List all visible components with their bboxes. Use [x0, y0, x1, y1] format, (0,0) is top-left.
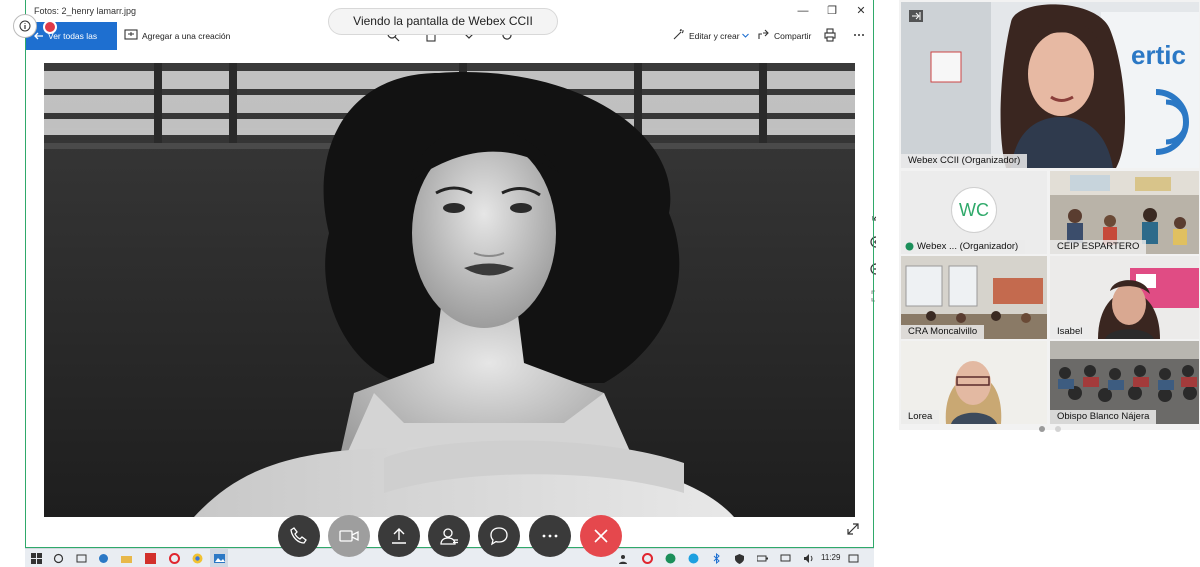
participant-tile[interactable]: Lorea: [901, 341, 1047, 424]
participant-name-label: CRA Moncalvillo: [901, 325, 985, 339]
speaker-video-frame: [901, 2, 1199, 168]
end-call-button[interactable]: [580, 515, 622, 557]
page-dot[interactable]: [1055, 426, 1061, 432]
participant-tile[interactable]: Isabel: [1050, 256, 1199, 339]
photos-app-icon: [214, 554, 225, 563]
security-icon[interactable]: [734, 553, 745, 564]
participant-name-label: Webex ... (Organizador): [901, 240, 1026, 254]
skype-tray-icon[interactable]: [688, 553, 699, 564]
edge-browser-icon[interactable]: [98, 553, 109, 564]
view-all-photos-button[interactable]: Ver todas las fotos: [26, 22, 117, 69]
video-icon: [339, 530, 359, 542]
restore-button[interactable]: ❐: [821, 3, 843, 19]
photo-viewer-image: [44, 63, 855, 517]
participant-avatar: WC: [951, 187, 997, 233]
share-icon: [758, 29, 769, 39]
zoom-in-icon[interactable]: [866, 232, 876, 254]
expand-icon[interactable]: [845, 521, 861, 537]
edit-wand-icon: [673, 29, 684, 40]
participants-button[interactable]: [428, 515, 470, 557]
participants-panel: ertic Webex CCII (Organizador) WC Webex …: [899, 0, 1200, 430]
windows-start-icon[interactable]: [31, 553, 42, 564]
window-title: Fotos: 2_henry lamarr.jpg: [34, 6, 137, 16]
bluetooth-icon[interactable]: [711, 553, 722, 564]
opera-tray-icon[interactable]: [642, 553, 653, 564]
info-icon: [19, 20, 31, 32]
participant-name-label: Lorea: [901, 410, 940, 424]
close-icon: [594, 529, 608, 543]
zoom-out-icon[interactable]: [866, 259, 876, 281]
taskbar-clock: 11:29: [821, 553, 841, 562]
chat-button[interactable]: [478, 515, 520, 557]
shared-screen: Fotos: 2_henry lamarr.jpg — ❐ ✕ Ver toda…: [0, 0, 876, 567]
phone-icon: [290, 527, 307, 544]
battery-icon[interactable]: [757, 553, 768, 564]
opera-icon[interactable]: [169, 553, 180, 564]
active-speaker-video[interactable]: ertic Webex CCII (Organizador): [901, 2, 1199, 168]
fullscreen-icon[interactable]: [866, 205, 876, 227]
share-photo-button[interactable]: Compartir: [757, 22, 813, 50]
more-options-icon[interactable]: [852, 28, 866, 42]
share-upload-icon: [392, 528, 406, 544]
recording-indicator: [43, 20, 57, 34]
task-view-icon[interactable]: [76, 553, 87, 564]
add-to-creation-label: Agregar a una creación: [142, 31, 231, 41]
participant-tile[interactable]: CEIP ESPARTERO: [1050, 171, 1199, 254]
participant-tile[interactable]: Obispo Blanco Nájera: [1050, 341, 1199, 424]
people-icon[interactable]: [619, 553, 630, 564]
meeting-info-button[interactable]: [13, 14, 37, 38]
close-window-button[interactable]: ✕: [850, 3, 872, 19]
audio-button[interactable]: [278, 515, 320, 557]
chrome-icon[interactable]: [192, 553, 203, 564]
add-to-creation-button[interactable]: Agregar a una creación: [124, 22, 234, 50]
portrait-photo: [44, 63, 855, 517]
participant-name-label: Isabel: [1050, 325, 1090, 339]
add-creation-icon: [124, 29, 138, 40]
video-button[interactable]: [328, 515, 370, 557]
more-icon: [542, 534, 558, 538]
acrobat-icon[interactable]: [145, 553, 156, 564]
photos-app-taskbar-active[interactable]: [210, 549, 228, 567]
participant-name-label: CEIP ESPARTERO: [1050, 240, 1147, 254]
search-icon[interactable]: [53, 553, 64, 564]
page-dot-active[interactable]: [1039, 426, 1045, 432]
more-button[interactable]: [529, 515, 571, 557]
share-content-button[interactable]: [378, 515, 420, 557]
webex-status-icon: [905, 242, 914, 251]
edit-create-label: Editar y crear: [689, 31, 740, 41]
collapse-panel-icon[interactable]: [909, 10, 923, 22]
volume-icon[interactable]: [803, 553, 814, 564]
print-icon[interactable]: [823, 28, 837, 42]
file-explorer-icon[interactable]: [121, 553, 132, 564]
participant-name-label: Obispo Blanco Nájera: [1050, 410, 1157, 424]
participant-tile[interactable]: WC Webex ... (Organizador): [901, 171, 1047, 254]
sharing-banner: Viendo la pantalla de Webex CCII: [328, 8, 558, 35]
display-icon[interactable]: [780, 553, 791, 564]
notifications-icon[interactable]: [848, 553, 859, 564]
background-sign-text: ertic: [1131, 40, 1186, 70]
chevron-down-icon: [742, 33, 749, 38]
share-label: Compartir: [774, 31, 812, 41]
participants-icon: [440, 528, 458, 545]
participant-tile[interactable]: CRA Moncalvillo: [901, 256, 1047, 339]
speaker-name-label: Webex CCII (Organizador): [901, 154, 1028, 168]
edit-create-menu[interactable]: Editar y crear: [672, 22, 749, 50]
webex-tray-icon[interactable]: [665, 553, 676, 564]
chat-icon: [490, 527, 508, 546]
minimize-button[interactable]: —: [792, 3, 814, 19]
fit-screen-icon[interactable]: [866, 285, 876, 307]
